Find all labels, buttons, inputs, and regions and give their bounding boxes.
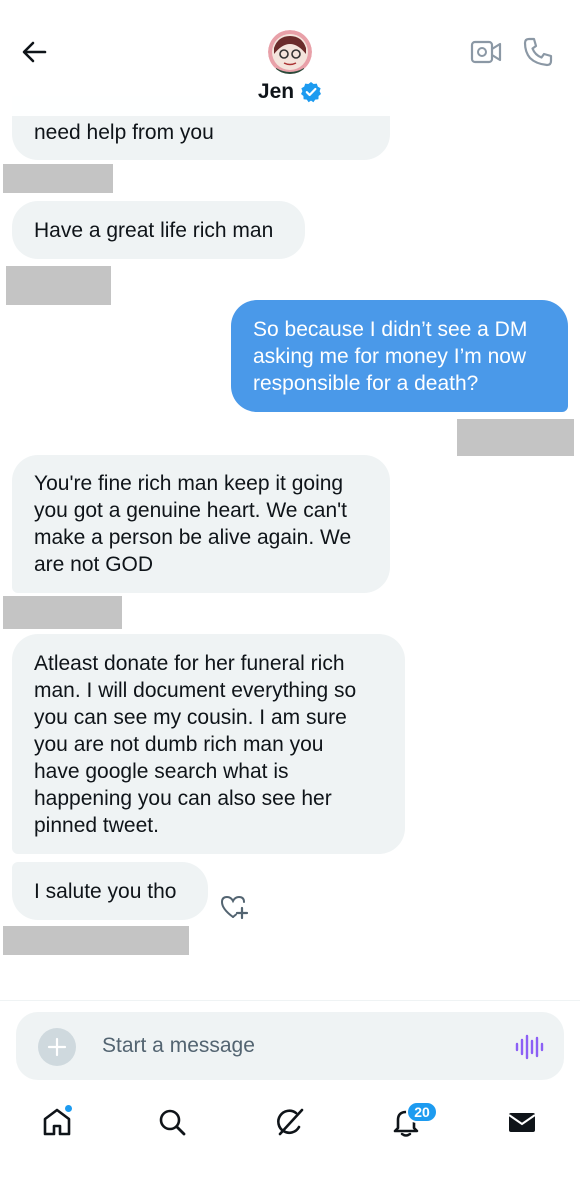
home-unread-dot [64, 1104, 73, 1113]
nav-grok[interactable] [270, 1102, 310, 1142]
arrow-left-icon [22, 41, 47, 63]
message-incoming[interactable]: I salute you tho [12, 862, 208, 920]
grok-icon [277, 1108, 304, 1136]
message-composer [16, 1012, 564, 1080]
add-reaction-button[interactable] [219, 893, 249, 921]
message-input[interactable] [102, 1030, 482, 1062]
search-icon [159, 1109, 186, 1136]
message-line: man. I will document everything so [34, 678, 357, 702]
conversation-header: Jen [0, 0, 580, 116]
message-line: So because I didn’t see a DM [253, 317, 528, 341]
video-call-button[interactable] [470, 38, 502, 66]
voice-message-button[interactable] [514, 1032, 544, 1062]
message-line: pinned tweet. [34, 813, 159, 837]
message-line: you are not dumb rich man you [34, 732, 324, 756]
message-incoming[interactable]: You're fine rich man keep it going you g… [12, 455, 390, 593]
avatar[interactable] [268, 30, 312, 74]
verified-badge-icon [300, 81, 322, 103]
message-text: Have a great life rich man [34, 218, 274, 242]
redacted-timestamp [457, 419, 574, 456]
page-title[interactable]: Jen [258, 80, 294, 104]
message-line: you got a genuine heart. We can't [34, 499, 348, 522]
back-button[interactable] [14, 34, 54, 70]
add-media-button[interactable] [38, 1028, 76, 1066]
message-line: make a person be alive again. We [34, 526, 352, 549]
message-line: you can see my cousin. I am sure [34, 705, 347, 729]
phone-call-button[interactable] [522, 36, 554, 68]
message-incoming[interactable]: Atleast donate for her funeral rich man.… [12, 634, 405, 854]
message-line: asking me for money I’m now [253, 344, 527, 368]
message-incoming[interactable]: Have a great life rich man [12, 201, 305, 259]
redacted-timestamp [3, 164, 113, 193]
voice-waveform-icon [515, 1034, 544, 1060]
message-line: have google search what is [34, 759, 289, 783]
nav-messages[interactable] [502, 1102, 542, 1142]
message-outgoing[interactable]: So because I didn’t see a DM asking me f… [231, 300, 568, 412]
phone-icon [523, 37, 553, 67]
video-camera-icon [470, 40, 502, 64]
message-text: I salute you tho [34, 879, 177, 903]
divider [0, 1000, 580, 1001]
redacted-timestamp [3, 926, 189, 955]
message-line: responsible for a death? [253, 371, 479, 395]
message-text: need help from you [34, 120, 214, 144]
message-line: You're fine rich man keep it going [34, 472, 344, 495]
notifications-count-badge: 20 [406, 1101, 438, 1123]
message-line: are not GOD [34, 553, 154, 576]
redacted-timestamp [6, 266, 111, 305]
message-line: Atleast donate for her funeral rich [34, 651, 345, 675]
redacted-timestamp [3, 596, 122, 629]
nav-search[interactable] [152, 1102, 192, 1142]
message-line: happening you can also see her [34, 786, 332, 810]
messages-envelope-icon [508, 1113, 536, 1132]
plus-icon [47, 1037, 67, 1057]
heart-plus-icon [220, 895, 249, 920]
